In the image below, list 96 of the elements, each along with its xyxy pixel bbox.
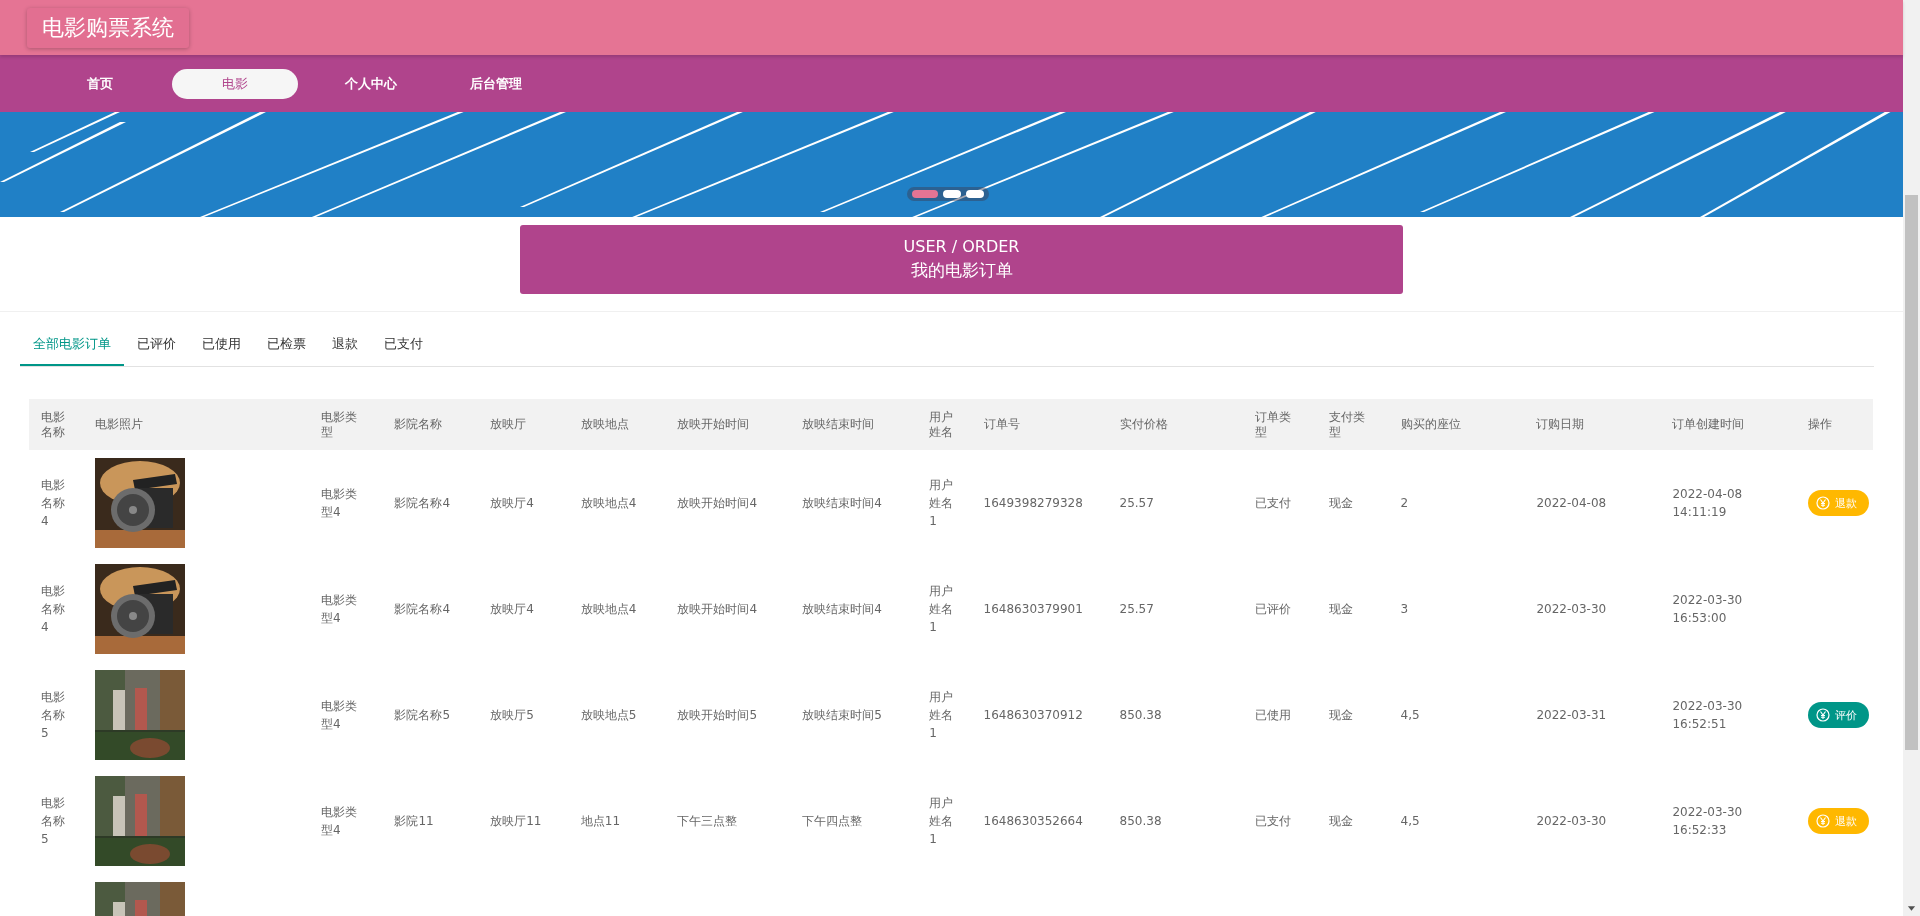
table-cell: 放映厅11 <box>490 814 542 828</box>
yen-icon <box>1816 708 1831 722</box>
nav-item[interactable]: 后台管理 <box>443 68 548 99</box>
table-cell: 1649398279328 <box>983 496 1083 510</box>
table-cell: 25.57 <box>1119 496 1154 510</box>
table-cell: 放映厅5 <box>490 708 534 722</box>
table-cell: 放映结束时间4 <box>802 602 882 616</box>
order-tab[interactable]: 已检票 <box>254 324 319 364</box>
order-tab[interactable]: 已使用 <box>189 324 254 364</box>
column-header: 影院名称 <box>394 417 443 431</box>
table-cell: 影院11 <box>394 814 434 828</box>
table-cell: 放映地点4 <box>580 602 637 616</box>
table-cell: 电影类型4 <box>320 487 357 519</box>
table-cell: 已支付 <box>1255 496 1292 510</box>
table-cell: 放映开始时间4 <box>677 602 758 616</box>
table-cell: 现金 <box>1329 602 1353 616</box>
table-cell: 850.38 <box>1119 708 1162 722</box>
table-cell: 下午三点整 <box>677 814 738 828</box>
column-header: 放映地点 <box>580 417 629 431</box>
nav-item[interactable]: 个人中心 <box>318 68 423 99</box>
column-header: 电影类型 <box>320 409 357 439</box>
section-title-english: USER / ORDER <box>903 237 1020 256</box>
table-cell: 影院名称4 <box>394 496 451 510</box>
table-cell: 电影类型4 <box>320 805 357 837</box>
table-cell: 4,5 <box>1400 708 1420 722</box>
table-cell: 2022-03-31 <box>1536 708 1607 722</box>
table-cell: 2022-04-08 <box>1536 496 1607 510</box>
table-cell: 影院名称5 <box>394 708 451 722</box>
table-cell: 电影类型4 <box>320 699 357 731</box>
table-cell: 影院名称4 <box>394 602 451 616</box>
table-cell: 1648630370912 <box>983 708 1083 722</box>
table-cell: 放映开始时间5 <box>677 708 758 722</box>
table-cell: 现金 <box>1329 708 1353 722</box>
table-cell: 现金 <box>1329 814 1353 828</box>
table-cell: 用户姓名1 <box>929 478 954 528</box>
table-cell: 2 <box>1400 496 1409 510</box>
section-title: 我的电影订单 <box>910 259 1013 282</box>
table-cell: 电影名称4 <box>41 584 65 634</box>
column-header: 订购日期 <box>1536 417 1585 431</box>
order-tab[interactable]: 退款 <box>319 324 371 364</box>
yen-icon <box>1816 496 1831 510</box>
table-cell: 用户姓名1 <box>929 690 954 740</box>
table-cell: 下午四点整 <box>802 814 863 828</box>
table-cell: 用户姓名1 <box>929 584 954 634</box>
table-cell: 用户姓名1 <box>929 796 954 846</box>
column-header: 放映结束时间 <box>802 417 875 431</box>
table-cell: 现金 <box>1329 496 1353 510</box>
table-cell: 850.38 <box>1119 814 1162 828</box>
column-header: 订单创建时间 <box>1672 417 1745 431</box>
order-tab[interactable]: 已评价 <box>124 324 189 364</box>
table-cell: 3 <box>1400 602 1409 616</box>
table-cell: 电影名称5 <box>41 690 65 740</box>
table-cell: 放映开始时间4 <box>677 496 758 510</box>
table-cell: 放映地点5 <box>580 708 637 722</box>
column-header: 购买的座位 <box>1400 417 1461 431</box>
yen-icon <box>1816 814 1831 828</box>
column-header: 订单类型 <box>1255 409 1292 439</box>
column-header: 放映开始时间 <box>677 417 750 431</box>
table-cell: 电影类型4 <box>320 593 357 625</box>
table-cell: 4,5 <box>1400 814 1420 828</box>
column-header: 操作 <box>1808 417 1833 431</box>
table-cell: 地点11 <box>580 814 621 828</box>
table-cell: 2022-03-30 <box>1536 602 1607 616</box>
table-cell: 放映厅4 <box>490 602 534 616</box>
table-cell: 电影名称4 <box>41 478 65 528</box>
column-header: 放映厅 <box>490 417 527 431</box>
order-tab[interactable]: 已支付 <box>371 324 436 364</box>
table-cell: 1648630352664 <box>983 814 1083 828</box>
column-header: 电影名称 <box>41 409 65 439</box>
table-cell: 放映结束时间4 <box>802 496 882 510</box>
table-cell: 放映厅4 <box>490 496 534 510</box>
action-button[interactable]: 评价 <box>1808 702 1870 728</box>
table-cell: 1648630379901 <box>983 602 1083 616</box>
table-cell: 2022-03-30 <box>1536 814 1607 828</box>
table-cell: 2022-04-08 14:11:19 <box>1672 487 1743 519</box>
order-tab[interactable]: 全部电影订单 <box>20 324 124 366</box>
table-cell: 25.57 <box>1119 602 1154 616</box>
table-cell: 已评价 <box>1255 602 1292 616</box>
column-header: 订单号 <box>983 417 1020 431</box>
column-header: 实付价格 <box>1119 417 1168 431</box>
site-title[interactable]: 电影购票系统 <box>27 7 189 48</box>
table-cell: 已使用 <box>1255 708 1292 722</box>
nav-item[interactable]: 首页 <box>47 68 152 99</box>
column-header: 电影照片 <box>95 417 144 431</box>
column-header: 支付类型 <box>1329 409 1365 439</box>
nav-item[interactable]: 电影 <box>172 68 298 99</box>
table-cell: 2022-03-30 16:53:00 <box>1672 593 1743 625</box>
scroll-down-icon[interactable] <box>1907 906 1916 912</box>
table-cell: 放映地点4 <box>580 496 637 510</box>
table-cell: 2022-03-30 16:52:33 <box>1672 805 1743 837</box>
table-cell: 2022-03-30 16:52:51 <box>1672 699 1743 731</box>
scrollbar[interactable] <box>1903 0 1920 916</box>
table-cell: 放映结束时间5 <box>802 708 882 722</box>
table-cell: 已支付 <box>1255 814 1292 828</box>
column-header: 用户姓名 <box>929 409 954 439</box>
table-cell: 电影名称5 <box>41 796 65 846</box>
